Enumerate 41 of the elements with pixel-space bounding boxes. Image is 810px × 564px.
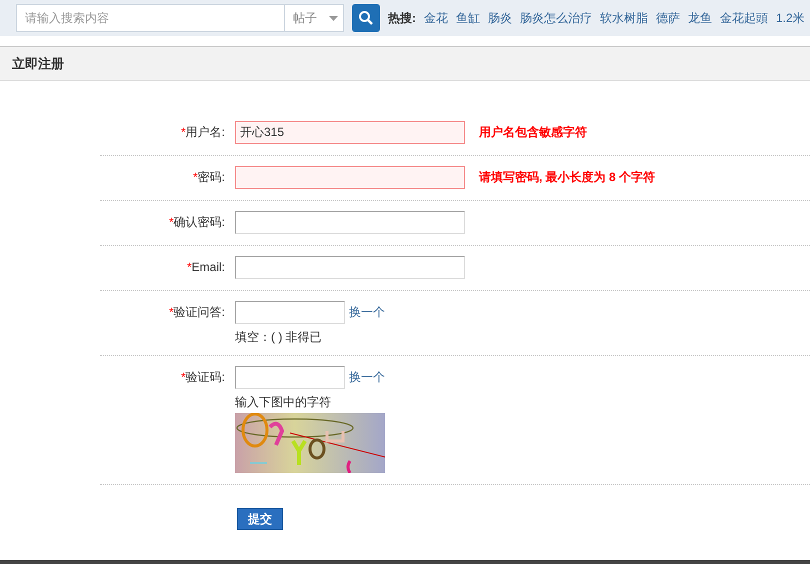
field-label: 用户名: xyxy=(186,124,225,141)
required-asterisk: * xyxy=(168,214,174,231)
hot-search-label: 热搜: xyxy=(388,10,416,26)
scope-dropdown[interactable]: 帖子 xyxy=(284,4,344,32)
required-asterisk: * xyxy=(168,304,174,321)
error-message: 请填写密码, 最小长度为 8 个字符 xyxy=(479,169,656,186)
field-label: 确认密码: xyxy=(174,214,225,231)
hot-search-link[interactable]: 鱼缸 xyxy=(456,10,480,26)
required-asterisk: * xyxy=(192,169,198,186)
refresh-link[interactable]: 换一个 xyxy=(349,369,385,386)
hint-text: 输入下图中的字符 xyxy=(235,395,332,409)
text-input[interactable] xyxy=(235,301,345,324)
hint-text: 填空：( ) 非得已 xyxy=(235,330,323,344)
hot-search-link[interactable]: 德萨 xyxy=(656,10,680,26)
text-input[interactable]: 开心315 xyxy=(235,121,465,144)
field-label: Email: xyxy=(192,259,225,276)
hot-search-link[interactable]: 金花起頭 xyxy=(720,10,768,26)
field-label: 密码: xyxy=(198,169,225,186)
text-input[interactable] xyxy=(235,256,465,279)
required-asterisk: * xyxy=(186,259,192,276)
search-field[interactable]: 请输入搜索内容 xyxy=(16,4,284,32)
hot-search-link[interactable]: 1.2米 xyxy=(776,10,805,26)
submit-button[interactable]: 提交 xyxy=(237,508,283,530)
search-button[interactable] xyxy=(352,4,380,32)
caret-icon xyxy=(329,16,338,20)
required-asterisk: * xyxy=(180,369,186,386)
refresh-link[interactable]: 换一个 xyxy=(349,304,385,321)
hot-search-link[interactable]: 肠炎怎么治疗 xyxy=(520,10,592,26)
hot-search-link[interactable]: 软水树脂 xyxy=(600,10,648,26)
text-input[interactable] xyxy=(235,166,465,189)
required-asterisk: * xyxy=(180,124,186,141)
hot-search-link[interactable]: 金花 xyxy=(424,10,448,26)
hot-search-link[interactable]: 肠炎 xyxy=(488,10,512,26)
error-message: 用户名包含敏感字符 xyxy=(479,124,587,141)
field-label: 验证码: xyxy=(186,369,225,386)
search-icon xyxy=(358,10,374,26)
panel-title: 立即注册 xyxy=(12,54,64,72)
field-label: 验证问答: xyxy=(174,304,225,321)
text-input[interactable] xyxy=(235,366,345,389)
text-input[interactable] xyxy=(235,211,465,234)
hot-search-link[interactable]: 龙鱼 xyxy=(688,10,712,26)
